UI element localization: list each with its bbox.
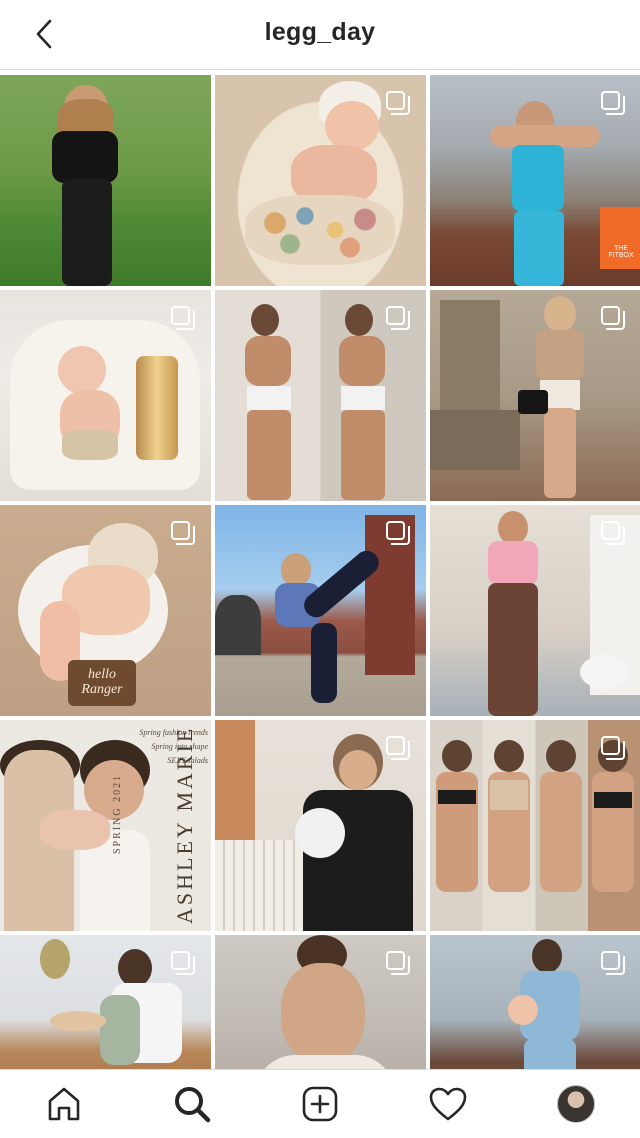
- multi-photo-icon: [386, 91, 410, 115]
- multi-photo-icon: [386, 306, 410, 330]
- multi-photo-icon: [386, 521, 410, 545]
- post-tile-magazine-cover-family[interactable]: Spring fashion trends Spring into shape …: [0, 720, 211, 931]
- home-icon: [48, 1087, 80, 1121]
- magazine-season: SPRING 2021: [112, 773, 123, 854]
- nav-new-post[interactable]: [298, 1082, 342, 1126]
- nav-activity[interactable]: [426, 1082, 470, 1126]
- nav-home[interactable]: [42, 1082, 86, 1126]
- multi-photo-icon: [386, 736, 410, 760]
- multi-photo-icon: [171, 521, 195, 545]
- top-header: legg_day: [0, 0, 640, 70]
- app-root: legg_day THE FITBOX hello Ranger Spring …: [0, 0, 640, 1138]
- activity-heart-icon: [429, 1087, 467, 1121]
- nav-profile[interactable]: [554, 1082, 598, 1126]
- hello-ranger-sign: hello Ranger: [81, 667, 123, 697]
- multi-photo-icon: [171, 306, 195, 330]
- multi-photo-icon: [601, 951, 625, 975]
- post-tile-woman-selfie-car[interactable]: [215, 935, 426, 1069]
- multi-photo-icon: [171, 951, 195, 975]
- post-tile-baby-number-one-balloon[interactable]: [0, 290, 211, 501]
- post-tile-woman-holding-newborn-nursery[interactable]: [215, 720, 426, 931]
- post-tile-woman-baby-deck[interactable]: [430, 935, 640, 1069]
- profile-avatar: [557, 1085, 595, 1123]
- search-icon: [175, 1087, 211, 1123]
- post-tile-woman-porch-handbag[interactable]: [430, 290, 640, 501]
- bottom-navigation-bar: [0, 1069, 640, 1138]
- post-tile-woman-black-top-garden[interactable]: [0, 75, 211, 286]
- profile-username-title: legg_day: [264, 18, 376, 46]
- fitbox-label: THE FITBOX: [608, 245, 634, 259]
- magazine-name: ASHLEY MARIE: [172, 725, 197, 924]
- multi-photo-icon: [601, 306, 625, 330]
- post-tile-newborn-hello-ranger[interactable]: hello Ranger: [0, 505, 211, 716]
- post-tile-baby-easter-eggs[interactable]: [215, 75, 426, 286]
- multi-photo-icon: [601, 91, 625, 115]
- multi-photo-icon: [601, 736, 625, 760]
- posts-grid: THE FITBOX hello Ranger Spring fashion t…: [0, 75, 640, 1069]
- nav-search[interactable]: [170, 1082, 214, 1126]
- multi-photo-icon: [386, 951, 410, 975]
- post-tile-pregnancy-mirror-selfie[interactable]: [215, 290, 426, 501]
- post-tile-woman-baby-dining-table[interactable]: [0, 935, 211, 1069]
- post-tile-woman-leggings-mirror[interactable]: [430, 505, 640, 716]
- post-tile-postpartum-progress-collage[interactable]: [430, 720, 640, 931]
- post-tile-woman-kicking-brick-wall[interactable]: [215, 505, 426, 716]
- multi-photo-icon: [601, 521, 625, 545]
- new-post-icon: [302, 1086, 338, 1122]
- post-tile-woman-flexing-fitbox[interactable]: THE FITBOX: [430, 75, 640, 286]
